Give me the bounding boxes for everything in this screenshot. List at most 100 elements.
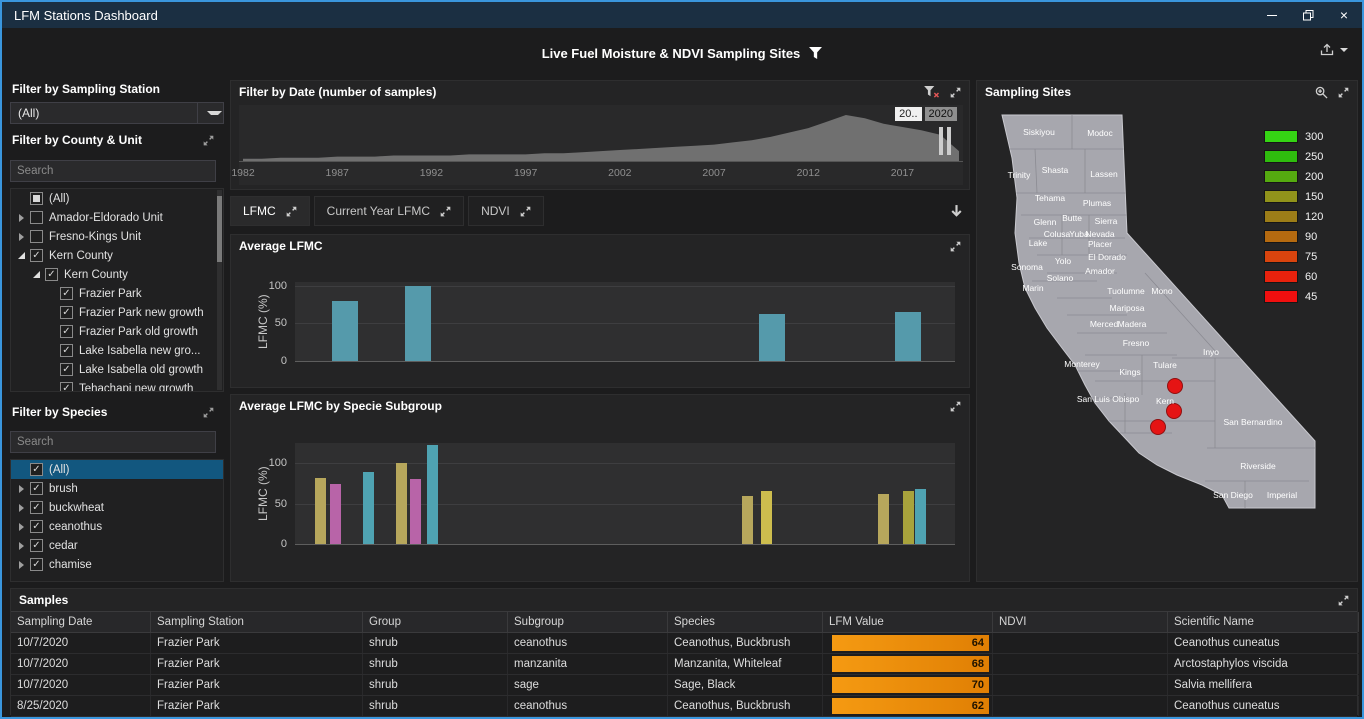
bar[interactable] bbox=[396, 463, 407, 544]
expand-icon[interactable] bbox=[950, 401, 961, 412]
bar[interactable] bbox=[427, 445, 438, 544]
checkbox[interactable]: ✓ bbox=[30, 501, 43, 514]
tree-item[interactable]: ✓Kern County bbox=[11, 265, 223, 284]
tree-item[interactable]: ✓Lake Isabella new gro... bbox=[11, 341, 223, 360]
expander-icon[interactable] bbox=[30, 269, 42, 281]
checkbox[interactable] bbox=[30, 230, 43, 243]
sampling-site-marker[interactable] bbox=[1168, 379, 1183, 394]
checkbox[interactable]: ✓ bbox=[30, 558, 43, 571]
range-start-input[interactable]: 20.. bbox=[895, 107, 921, 121]
table-row[interactable]: 10/7/2020Frazier ParkshrubceanothusCeano… bbox=[11, 633, 1357, 654]
county-tree-scrollbar[interactable] bbox=[217, 190, 222, 390]
restore-button[interactable] bbox=[1290, 2, 1326, 28]
california-map[interactable]: SiskiyouModocTrinityShastaLassenTehamaPl… bbox=[977, 103, 1357, 581]
dropdown-chevron[interactable] bbox=[197, 103, 223, 123]
checkbox[interactable]: ✓ bbox=[30, 463, 43, 476]
expand-icon[interactable] bbox=[520, 206, 531, 217]
expander-icon[interactable] bbox=[15, 559, 27, 571]
tree-item[interactable]: ✓Lake Isabella old growth bbox=[11, 360, 223, 379]
tab-ndvi[interactable]: NDVI bbox=[468, 196, 544, 226]
bar[interactable] bbox=[759, 314, 785, 361]
expand-icon[interactable] bbox=[950, 87, 961, 98]
checkbox[interactable]: ✓ bbox=[45, 268, 58, 281]
expand-icon[interactable] bbox=[286, 206, 297, 217]
column-header[interactable]: NDVI bbox=[993, 612, 1168, 632]
table-row[interactable]: 10/7/2020Frazier ParkshrubsageSage, Blac… bbox=[11, 675, 1357, 696]
expander-icon[interactable] bbox=[15, 483, 27, 495]
tree-item[interactable]: ✓chamise bbox=[11, 555, 223, 574]
tab-lfmc[interactable]: LFMC bbox=[230, 196, 310, 226]
tree-item[interactable]: Fresno-Kings Unit bbox=[11, 227, 223, 246]
checkbox[interactable]: ✓ bbox=[60, 382, 73, 392]
checkbox[interactable] bbox=[30, 211, 43, 224]
column-header[interactable]: Sampling Station bbox=[151, 612, 363, 632]
expander-icon[interactable] bbox=[15, 212, 27, 224]
tree-item[interactable]: ✓ceanothus bbox=[11, 517, 223, 536]
tree-item[interactable]: ✓Tehachapi new growth bbox=[11, 379, 223, 392]
tree-item[interactable]: ✓buckwheat bbox=[11, 498, 223, 517]
checkbox[interactable]: ✓ bbox=[60, 363, 73, 376]
export-button[interactable] bbox=[1319, 42, 1348, 57]
tree-item[interactable]: (All) bbox=[11, 189, 223, 208]
range-slider-handle[interactable] bbox=[939, 127, 943, 155]
bar[interactable] bbox=[405, 286, 431, 361]
expand-icon[interactable] bbox=[440, 206, 451, 217]
tree-item[interactable]: ✓Frazier Park old growth bbox=[11, 322, 223, 341]
checkbox[interactable]: ✓ bbox=[60, 344, 73, 357]
checkbox[interactable] bbox=[30, 192, 43, 205]
column-header[interactable]: Subgroup bbox=[508, 612, 668, 632]
expander-icon[interactable] bbox=[15, 521, 27, 533]
checkbox[interactable]: ✓ bbox=[30, 520, 43, 533]
expander-icon[interactable] bbox=[15, 250, 27, 262]
expand-icon[interactable] bbox=[203, 135, 214, 146]
sampling-site-marker[interactable] bbox=[1151, 420, 1166, 435]
expand-icon[interactable] bbox=[1338, 595, 1349, 606]
clear-filter-icon[interactable] bbox=[924, 86, 940, 99]
tree-item[interactable]: ✓Frazier Park new growth bbox=[11, 303, 223, 322]
column-header[interactable]: Species bbox=[668, 612, 823, 632]
column-header[interactable]: Sampling Date bbox=[11, 612, 151, 632]
bar[interactable] bbox=[332, 301, 358, 361]
expand-icon[interactable] bbox=[950, 241, 961, 252]
checkbox[interactable]: ✓ bbox=[60, 325, 73, 338]
tree-item[interactable]: ✓Kern County bbox=[11, 246, 223, 265]
bar[interactable] bbox=[315, 478, 326, 544]
table-row[interactable]: 10/7/2020Frazier ParkshrubmanzanitaManza… bbox=[11, 654, 1357, 675]
expand-icon[interactable] bbox=[203, 407, 214, 418]
close-button[interactable]: × bbox=[1326, 2, 1362, 28]
filter-icon[interactable] bbox=[809, 47, 822, 59]
checkbox[interactable]: ✓ bbox=[60, 306, 73, 319]
county-search-input[interactable] bbox=[10, 160, 216, 182]
date-histogram-chart[interactable]: 20.. 2020 198219871992199720022007201220… bbox=[239, 105, 963, 185]
bar[interactable] bbox=[915, 489, 926, 544]
download-button[interactable] bbox=[949, 196, 970, 226]
checkbox[interactable]: ✓ bbox=[30, 539, 43, 552]
table-row[interactable]: 8/25/2020Frazier ParkshrubceanothusCeano… bbox=[11, 696, 1357, 717]
bar[interactable] bbox=[363, 472, 374, 544]
range-end-input[interactable]: 2020 bbox=[925, 107, 957, 121]
column-header[interactable]: Group bbox=[363, 612, 508, 632]
bar[interactable] bbox=[895, 312, 921, 361]
expander-icon[interactable] bbox=[15, 540, 27, 552]
station-dropdown[interactable]: (All) bbox=[10, 102, 224, 124]
tree-item[interactable]: ✓Frazier Park bbox=[11, 284, 223, 303]
bar[interactable] bbox=[903, 491, 914, 544]
expander-icon[interactable] bbox=[15, 231, 27, 243]
tab-current-year-lfmc[interactable]: Current Year LFMC bbox=[314, 196, 464, 226]
range-slider-handle[interactable] bbox=[947, 127, 951, 155]
column-header[interactable]: LFM Value bbox=[823, 612, 993, 632]
bar[interactable] bbox=[878, 494, 889, 544]
bar[interactable] bbox=[330, 484, 341, 544]
species-search-input[interactable] bbox=[10, 431, 216, 453]
tree-item[interactable]: Amador-Eldorado Unit bbox=[11, 208, 223, 227]
scrollbar-thumb[interactable] bbox=[217, 196, 222, 262]
minimize-button[interactable] bbox=[1254, 2, 1290, 28]
zoom-in-icon[interactable] bbox=[1315, 86, 1328, 99]
checkbox[interactable]: ✓ bbox=[30, 482, 43, 495]
expander-icon[interactable] bbox=[15, 502, 27, 514]
bar[interactable] bbox=[742, 496, 753, 544]
checkbox[interactable]: ✓ bbox=[60, 287, 73, 300]
checkbox[interactable]: ✓ bbox=[30, 249, 43, 262]
tree-item[interactable]: ✓brush bbox=[11, 479, 223, 498]
bar[interactable] bbox=[761, 491, 772, 544]
